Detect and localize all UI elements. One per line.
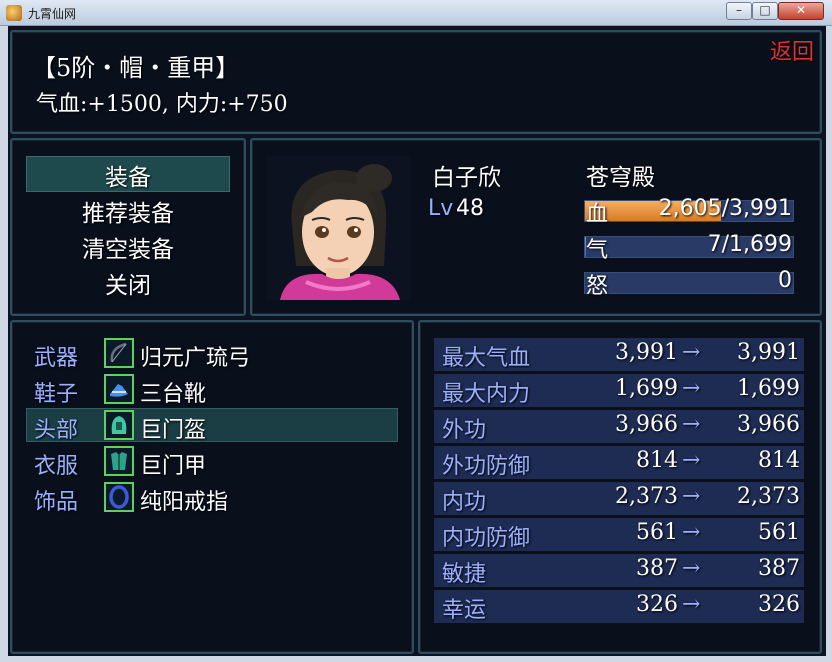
app-icon (6, 5, 22, 21)
item-stats: 气血:+1500, 内力:+750 (36, 92, 288, 117)
menu-item-close[interactable]: 关闭 (28, 266, 228, 300)
stat-new-internal-defense: 561 (758, 520, 800, 545)
arrow-right-icon: → (682, 412, 701, 437)
arrow-right-icon: → (682, 448, 701, 473)
stat-new-max-hp: 3,991 (737, 340, 800, 365)
item-name: 【5阶・帽・重甲】 (32, 54, 240, 82)
ring-icon (104, 482, 134, 512)
stat-current-external-defense: 814 (636, 448, 678, 473)
menu-item-clear-equip[interactable]: 清空装备 (28, 230, 228, 264)
stat-name-max-hp: 最大气血 (442, 346, 531, 371)
mp-value: 7/1,699 (707, 232, 792, 257)
arrow-right-icon: → (682, 340, 701, 365)
equip-slot-accessory-item[interactable]: 纯阳戒指 (140, 484, 228, 516)
equipment-selection-highlight (26, 408, 398, 442)
minimize-button[interactable]: – (726, 2, 752, 20)
menu-item-recommend-equip[interactable]: 推荐装备 (28, 194, 228, 228)
boots-icon (104, 374, 134, 404)
level-label: Lv (428, 196, 454, 221)
stat-name-max-mp: 最大内力 (442, 382, 531, 407)
character-faction: 苍穹殿 (586, 165, 655, 191)
armor-icon (104, 446, 134, 476)
arrow-right-icon: → (682, 592, 701, 617)
menu-item-equip[interactable]: 装备 (28, 158, 228, 192)
stat-name-internal-attack: 内功 (442, 490, 487, 515)
stat-new-luck: 326 (758, 592, 800, 617)
stat-new-external-attack: 3,966 (737, 412, 800, 437)
arrow-right-icon: → (682, 556, 701, 581)
rage-value: 0 (778, 268, 792, 293)
stat-new-internal-attack: 2,373 (737, 484, 800, 509)
equip-slot-clothes-label: 衣服 (34, 454, 79, 479)
maximize-button[interactable]: □ (752, 2, 778, 20)
arrow-right-icon: → (682, 520, 701, 545)
game-canvas: 【5阶・帽・重甲】 气血:+1500, 内力:+750 返回 装备 推荐装备 清… (8, 26, 826, 656)
stat-name-external-attack: 外功 (442, 418, 487, 443)
stat-new-agility: 387 (758, 556, 800, 581)
stat-current-luck: 326 (636, 592, 678, 617)
back-button[interactable]: 返回 (770, 34, 814, 66)
stat-current-max-mp: 1,699 (615, 376, 678, 401)
stat-current-max-hp: 3,991 (615, 340, 678, 365)
bow-icon (104, 338, 134, 368)
stat-name-luck: 幸运 (442, 598, 487, 623)
stat-current-external-attack: 3,966 (615, 412, 678, 437)
stat-current-internal-attack: 2,373 (615, 484, 678, 509)
equip-slot-clothes-item[interactable]: 巨门甲 (140, 448, 206, 480)
equip-slot-accessory-label: 饰品 (34, 490, 79, 515)
equip-slot-weapon-item[interactable]: 归元广琉弓 (140, 340, 250, 372)
arrow-right-icon: → (682, 376, 701, 401)
character-portrait (266, 156, 410, 300)
stat-new-max-mp: 1,699 (737, 376, 800, 401)
equip-slot-shoes-item[interactable]: 三台靴 (140, 376, 206, 408)
equip-slot-head-item[interactable]: 巨门盔 (140, 412, 206, 444)
hp-value: 2,605/3,991 (658, 196, 792, 221)
equip-slot-shoes-label: 鞋子 (34, 382, 79, 407)
stat-name-internal-defense: 内功防御 (442, 526, 531, 551)
close-button[interactable]: ✕ (778, 2, 824, 20)
character-name: 白子欣 (432, 165, 501, 191)
equip-slot-weapon-label: 武器 (34, 346, 79, 371)
window-titlebar: 九霄仙网 – □ ✕ (0, 0, 832, 26)
stat-new-external-defense: 814 (758, 448, 800, 473)
stat-current-agility: 387 (636, 556, 678, 581)
stat-current-internal-defense: 561 (636, 520, 678, 545)
window-title: 九霄仙网 (28, 7, 77, 21)
stat-name-agility: 敏捷 (442, 562, 487, 587)
level-value: 48 (456, 196, 484, 221)
arrow-right-icon: → (682, 484, 701, 509)
equip-slot-head-label: 头部 (34, 418, 79, 443)
stat-name-external-defense: 外功防御 (442, 454, 531, 479)
helmet-icon (104, 410, 134, 440)
